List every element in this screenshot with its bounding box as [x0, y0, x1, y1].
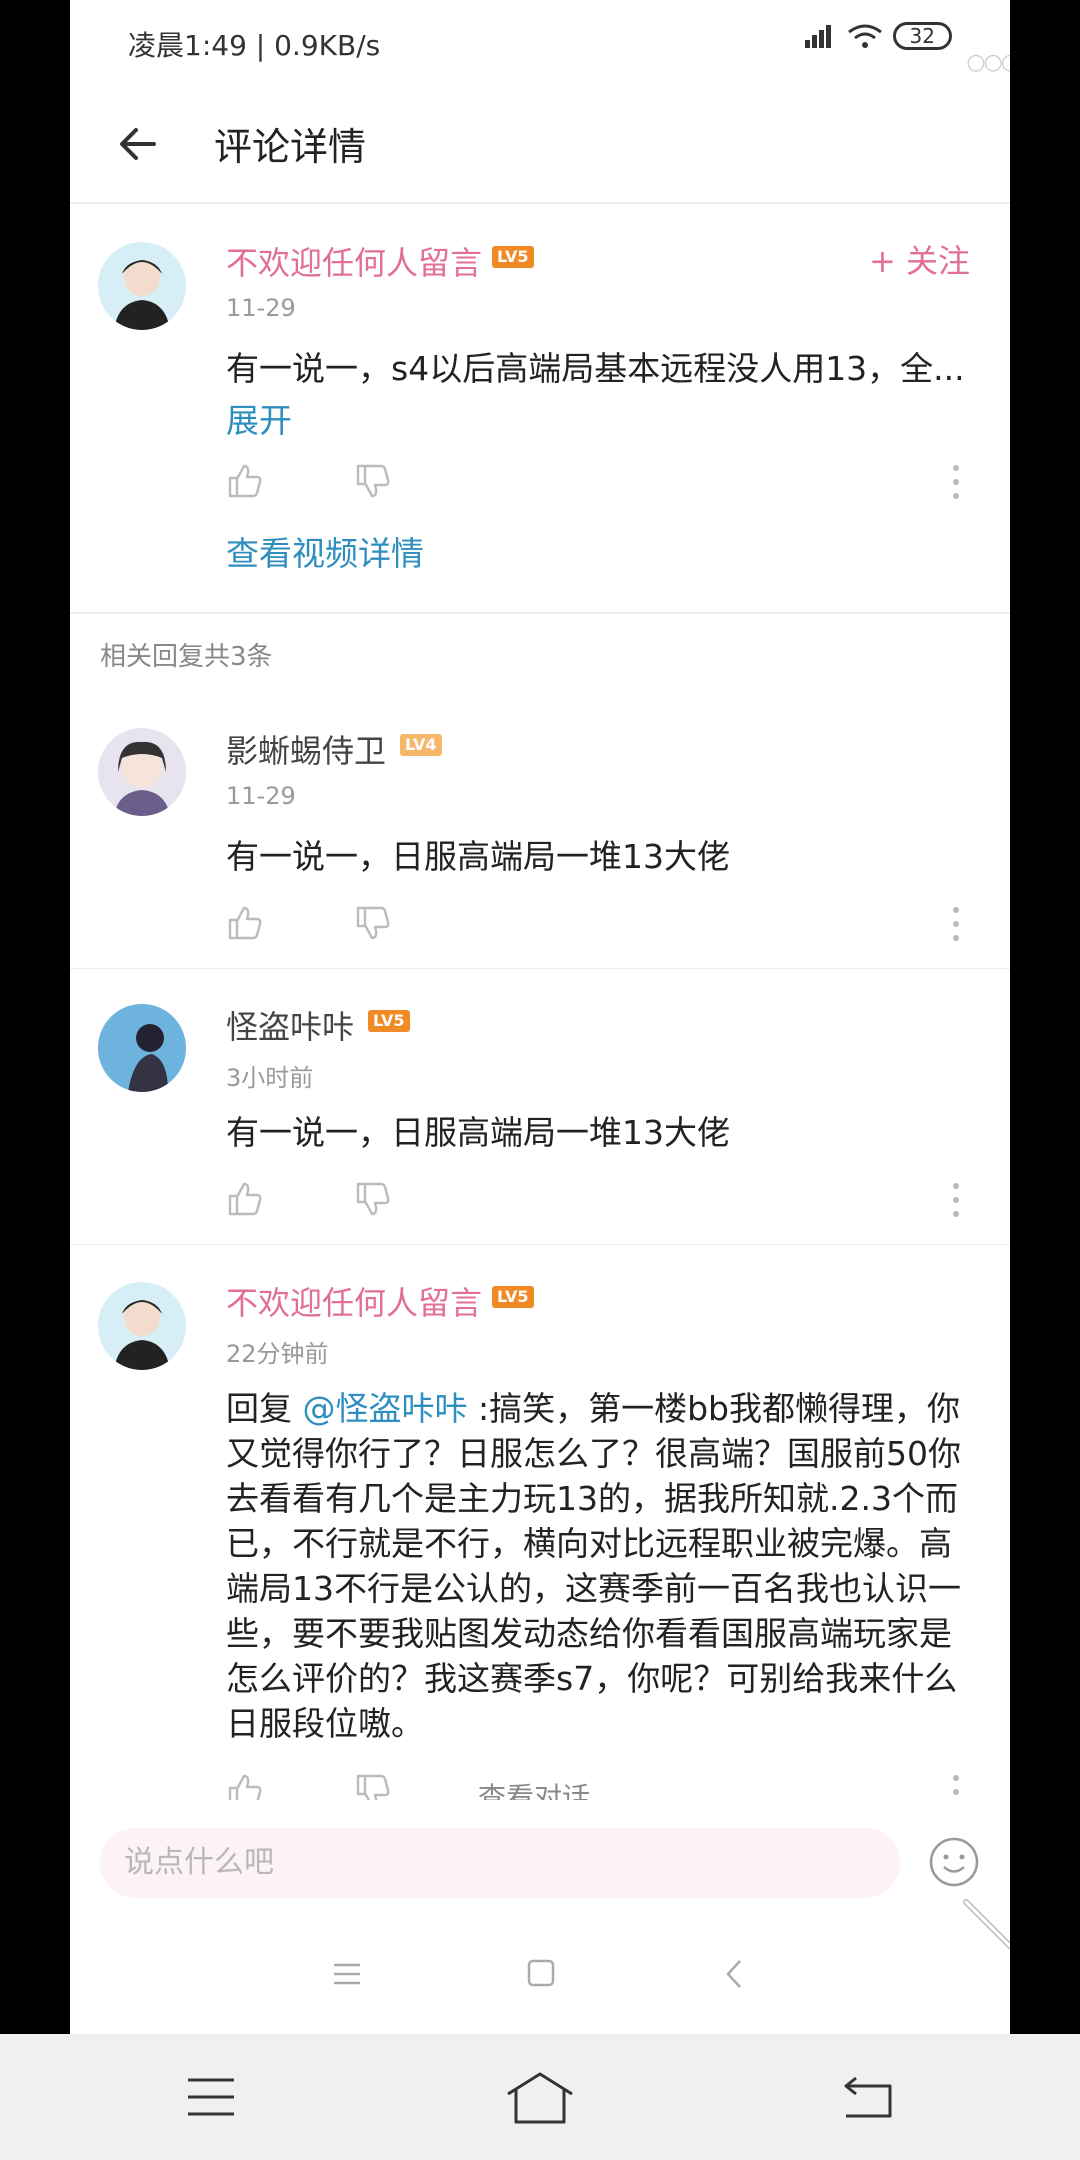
- page-header: 评论详情: [70, 86, 1010, 204]
- battery-indicator: 32: [892, 22, 952, 50]
- divider: [70, 968, 1010, 969]
- divider: [70, 612, 1010, 614]
- more-options-icon[interactable]: [952, 904, 960, 944]
- thumbs-down-icon[interactable]: [354, 462, 392, 500]
- avatar-image: [98, 1004, 186, 1092]
- user-name[interactable]: 影蜥蜴侍卫: [226, 726, 386, 772]
- comment-content: 有一说一，s4以后高端局基本远程没人用13，全...: [226, 349, 965, 388]
- comment-time: 11-29: [226, 782, 296, 810]
- view-video-details-link[interactable]: 查看视频详情: [226, 527, 424, 575]
- thumbs-up-icon[interactable]: [226, 1180, 264, 1218]
- level-badge: LV5: [492, 246, 534, 268]
- comment-time: 11-29: [226, 294, 296, 322]
- thumbs-down-icon[interactable]: [354, 1180, 392, 1218]
- signal-icon: [804, 25, 831, 48]
- comment-input-bar: 说点什么吧: [70, 1800, 1010, 1949]
- thumbs-down-icon[interactable]: [354, 904, 392, 942]
- avatar[interactable]: [98, 728, 186, 816]
- reply-text: :搞笑，第一楼bb我都懒得理，你又觉得你行了？日服怎么了？很高端？国服前50你去…: [226, 1389, 961, 1743]
- system-back-icon[interactable]: [842, 2074, 894, 2120]
- reply-prefix: 回复: [226, 1389, 303, 1428]
- status-bar: 凌晨1:49 | 0.9KB/s 32 ○○○: [70, 0, 1010, 86]
- avatar[interactable]: [98, 1282, 186, 1370]
- menu-icon[interactable]: [332, 1962, 362, 1986]
- divider: [70, 1244, 1010, 1245]
- status-icons: 32: [801, 22, 952, 50]
- system-menu-icon[interactable]: [186, 2076, 236, 2118]
- comment-time: 22分钟前: [226, 1340, 329, 1368]
- avatar-image: [114, 260, 170, 330]
- system-nav-bar: [0, 2034, 1080, 2160]
- avatar[interactable]: [98, 242, 186, 330]
- emoji-icon[interactable]: [928, 1836, 980, 1888]
- comment-time: 3小时前: [226, 1064, 314, 1092]
- home-icon[interactable]: [526, 1958, 556, 1988]
- comment-content: 有一说一，日服高端局一堆13大佬: [226, 1113, 730, 1152]
- back-icon[interactable]: [724, 1958, 744, 1990]
- floating-dots-icon[interactable]: ○○○: [966, 50, 1010, 75]
- more-options-icon[interactable]: [952, 1180, 960, 1220]
- comment-content: 有一说一，日服高端局一堆13大佬: [226, 837, 730, 876]
- user-name[interactable]: 怪盗咔咔: [226, 1002, 354, 1048]
- level-badge: LV4: [400, 734, 442, 756]
- more-options-icon[interactable]: [952, 462, 960, 502]
- avatar[interactable]: [98, 1004, 186, 1092]
- app-screen: 凌晨1:49 | 0.9KB/s 32 ○○○ 评论详情: [70, 0, 1010, 2034]
- comment-content: 回复 @怪盗咔咔 :搞笑，第一楼bb我都懒得理，你又觉得你行了？日服怎么了？很高…: [226, 1386, 976, 1746]
- avatar-image: [114, 1300, 170, 1370]
- avatar-image: [114, 741, 170, 816]
- user-name[interactable]: 不欢迎任何人留言: [226, 1278, 482, 1324]
- status-time-speed: 凌晨1:49 | 0.9KB/s: [128, 29, 381, 62]
- page-title: 评论详情: [214, 125, 367, 169]
- level-badge: LV5: [368, 1010, 410, 1032]
- thumbs-up-icon[interactable]: [226, 462, 264, 500]
- thumbs-up-icon[interactable]: [226, 904, 264, 942]
- app-nav-bar: [70, 1916, 1010, 2034]
- level-badge: LV5: [492, 1286, 534, 1308]
- replies-count-title: 相关回复共3条: [100, 642, 273, 672]
- follow-button[interactable]: + 关注: [869, 236, 970, 282]
- mention-link[interactable]: @怪盗咔咔: [303, 1389, 468, 1428]
- system-home-icon[interactable]: [504, 2070, 576, 2126]
- back-arrow-icon[interactable]: [114, 120, 162, 168]
- wifi-icon: [847, 24, 882, 48]
- user-name[interactable]: 不欢迎任何人留言: [226, 238, 482, 284]
- comment-input[interactable]: 说点什么吧: [100, 1828, 900, 1898]
- expand-link[interactable]: 展开: [226, 394, 292, 442]
